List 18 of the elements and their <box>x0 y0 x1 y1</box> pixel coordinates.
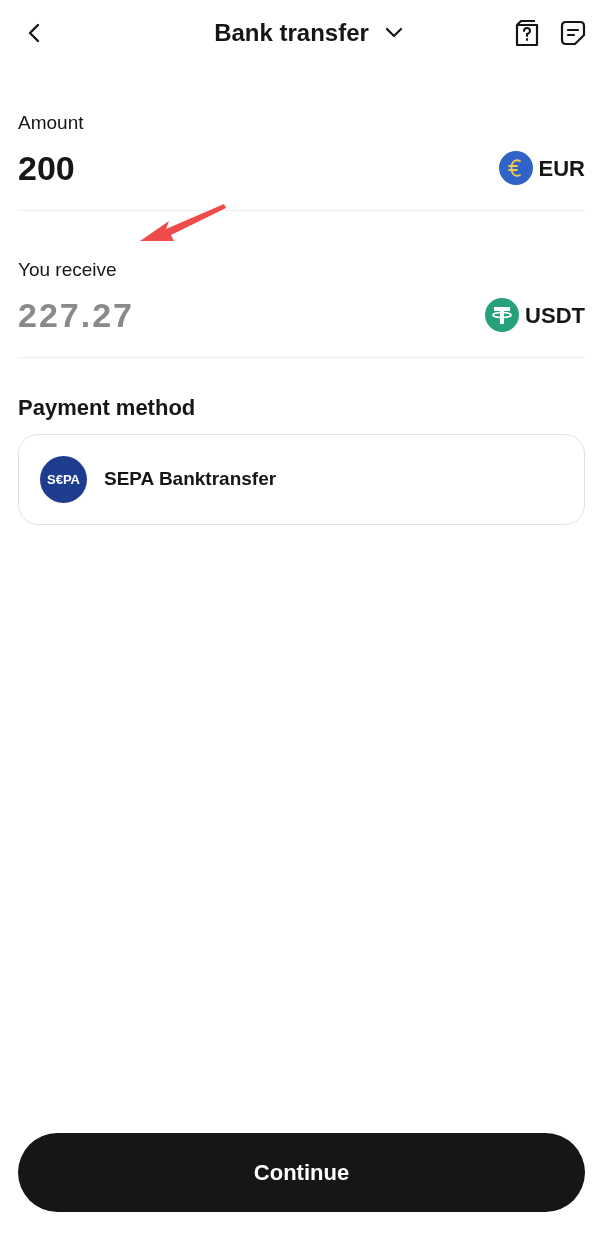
amount-field[interactable]: 200 <box>18 148 75 188</box>
payment-method-card[interactable]: S€PA SEPA Banktransfer <box>18 434 585 525</box>
tether-coin-icon <box>485 298 520 332</box>
back-icon <box>27 22 41 44</box>
currency-label: EUR <box>538 154 585 183</box>
help-button[interactable] <box>513 17 541 49</box>
note-icon <box>559 19 587 47</box>
continue-button[interactable]: Continue <box>18 1133 585 1212</box>
euro-coin-icon <box>498 151 533 185</box>
help-book-icon <box>514 18 540 48</box>
receive-amount: 227.27 <box>18 295 134 335</box>
chevron-down-icon <box>384 27 403 39</box>
receive-label: You receive <box>18 258 118 282</box>
sepa-logo: S€PA <box>40 456 87 503</box>
amount-label: Amount <box>18 111 85 135</box>
currency-label: USDT <box>525 301 585 330</box>
payment-method-heading: Payment method <box>18 394 197 422</box>
title-dropdown[interactable]: Bank transfer <box>214 15 403 51</box>
